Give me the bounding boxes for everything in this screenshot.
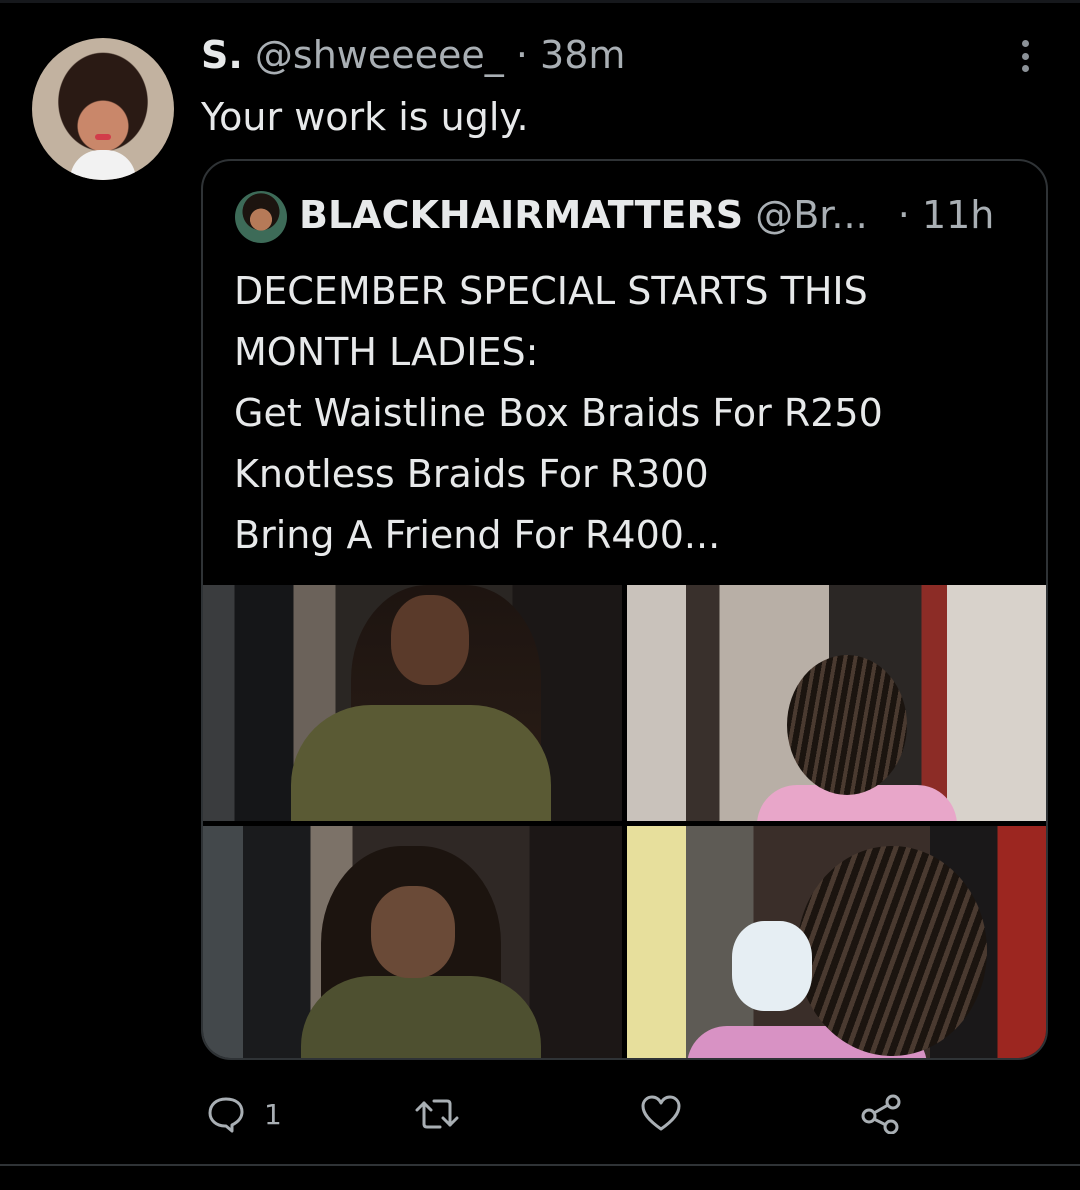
quoted-line: MONTH LADIES: [234, 330, 539, 374]
tweet-text: Your work is ugly. [201, 95, 529, 139]
bottom-divider [0, 1164, 1080, 1166]
media-photo-3[interactable] [203, 826, 622, 1058]
tweet-time[interactable]: 38m [540, 33, 625, 77]
top-divider [0, 0, 1080, 3]
quoted-author-name: BLACKHAIRMATTERS [299, 193, 744, 237]
retweet-icon [414, 1094, 460, 1134]
photo-subject-head [797, 846, 987, 1056]
photo-subject-head [787, 655, 907, 795]
quoted-author-avatar [235, 191, 287, 243]
share-icon [860, 1094, 902, 1134]
photo-subject-face [391, 595, 469, 685]
quoted-separator-dot: · [897, 193, 910, 237]
tweet-header: S. @shweeeee_ · 38m [201, 30, 625, 80]
quoted-line: Knotless Braids For R300 [234, 452, 709, 496]
photo-subject-face [371, 886, 455, 978]
photo-subject-mask [732, 921, 812, 1011]
share-button[interactable] [860, 1094, 902, 1134]
quoted-text: DECEMBER SPECIAL STARTS THIS MONTH LADIE… [234, 261, 1024, 566]
media-grid [203, 585, 1046, 1058]
quoted-author-handle: @Br... [755, 193, 868, 237]
media-photo-2[interactable] [627, 585, 1046, 821]
reply-icon [206, 1094, 246, 1134]
media-photo-4[interactable] [627, 826, 1046, 1058]
author-name[interactable]: S. [201, 33, 243, 77]
avatar-shirt [70, 150, 136, 180]
separator-dot: · [515, 33, 528, 77]
photo-subject-jacket [301, 976, 541, 1058]
author-avatar[interactable] [32, 38, 174, 180]
action-bar: 1 [0, 1094, 1080, 1138]
like-button[interactable] [640, 1094, 682, 1134]
reply-button[interactable]: 1 [206, 1094, 282, 1134]
retweet-button[interactable] [414, 1094, 460, 1134]
photo-subject-jacket [291, 705, 551, 821]
quoted-line: DECEMBER SPECIAL STARTS THIS [234, 269, 868, 313]
author-handle[interactable]: @shweeeee_ [255, 33, 504, 77]
avatar-lips [95, 134, 111, 140]
quoted-tweet[interactable]: BLACKHAIRMATTERS @Br... · 11h DECEMBER S… [201, 159, 1048, 1060]
quoted-header: BLACKHAIRMATTERS @Br... · 11h [299, 189, 994, 241]
reply-count: 1 [264, 1097, 282, 1131]
quoted-time: 11h [921, 193, 995, 237]
quoted-line: Get Waistline Box Braids For R250 [234, 391, 883, 435]
like-icon [640, 1094, 682, 1134]
quoted-line: Bring A Friend For R400... [234, 513, 721, 557]
more-icon[interactable] [1010, 36, 1040, 76]
media-photo-1[interactable] [203, 585, 622, 821]
